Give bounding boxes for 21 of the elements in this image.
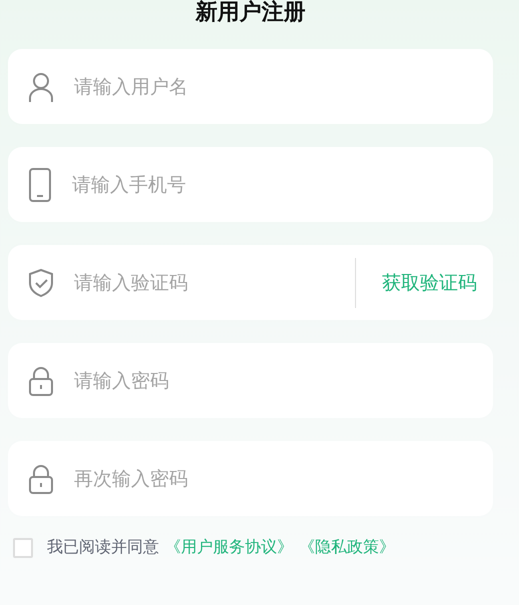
text-input[interactable]: 请输入验证码 bbox=[72, 270, 337, 294]
text-input[interactable]: 请输入用户名 bbox=[72, 74, 477, 98]
lock-icon bbox=[28, 366, 54, 396]
input-field[interactable]: 请输入密码 bbox=[8, 343, 493, 418]
text-input[interactable]: 请输入密码 bbox=[72, 368, 477, 392]
get-code-button[interactable]: 获取验证码 bbox=[374, 270, 477, 296]
lock-icon bbox=[28, 464, 54, 494]
input-field[interactable]: 再次输入密码 bbox=[8, 441, 493, 516]
input-field[interactable]: 请输入用户名 bbox=[8, 49, 493, 124]
shield-check-icon bbox=[28, 268, 54, 298]
input-field[interactable]: 请输入手机号 bbox=[8, 147, 493, 222]
user-icon bbox=[28, 72, 54, 102]
text-input[interactable]: 再次输入密码 bbox=[72, 466, 477, 490]
policy-link[interactable]: 《用户服务协议》 bbox=[165, 537, 293, 558]
input-field[interactable]: 请输入验证码 获取验证码 bbox=[8, 245, 493, 320]
page-title: 新用户注册 bbox=[194, 0, 306, 26]
agreement-text: 我已阅读并同意 bbox=[47, 537, 159, 558]
agreement-checkbox[interactable] bbox=[13, 538, 33, 558]
policy-link[interactable]: 《隐私政策》 bbox=[299, 537, 395, 558]
phone-icon bbox=[28, 168, 52, 202]
text-input[interactable]: 请输入手机号 bbox=[70, 172, 477, 196]
